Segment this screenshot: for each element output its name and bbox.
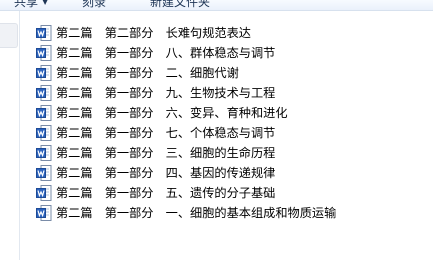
file-item[interactable]: 第二篇 第一部分 七、个体稳态与调节 — [33, 123, 433, 143]
word-doc-icon — [36, 84, 52, 101]
navigation-pane[interactable] — [0, 11, 20, 260]
file-list: 第二篇 第二部分 长难句规范表达 第二篇 第一部分 八、群体稳态与调节 第二篇 … — [33, 23, 433, 223]
file-name: 第二篇 第一部分 九、生物技术与工程 — [56, 86, 276, 100]
word-doc-icon — [36, 104, 52, 121]
file-item[interactable]: 第二篇 第一部分 九、生物技术与工程 — [33, 83, 433, 103]
word-doc-icon — [36, 64, 52, 81]
word-doc-icon — [36, 184, 52, 201]
new-folder-button[interactable]: 新建文件夹 — [150, 0, 210, 10]
file-name: 第二篇 第一部分 二、细胞代谢 — [56, 66, 239, 80]
share-button[interactable]: 共享 ▼ — [14, 0, 48, 10]
file-item[interactable]: 第二篇 第一部分 六、变异、育种和进化 — [33, 103, 433, 123]
word-doc-icon — [36, 144, 52, 161]
burn-button[interactable]: 刻录 — [82, 0, 106, 10]
explorer-window: 共享 ▼ 刻录 新建文件夹 第二篇 第二部分 长难句规范表达 第二篇 第一部分 八… — [0, 0, 433, 260]
file-name: 第二篇 第一部分 三、细胞的生命历程 — [56, 146, 276, 160]
file-item[interactable]: 第二篇 第一部分 一、细胞的基本组成和物质运输 — [33, 203, 433, 223]
file-name: 第二篇 第一部分 七、个体稳态与调节 — [56, 126, 276, 140]
file-item[interactable]: 第二篇 第一部分 五、遗传的分子基础 — [33, 183, 433, 203]
file-item[interactable]: 第二篇 第一部分 二、细胞代谢 — [33, 63, 433, 83]
command-bar: 共享 ▼ 刻录 新建文件夹 — [0, 0, 433, 11]
file-name: 第二篇 第一部分 五、遗传的分子基础 — [56, 186, 276, 200]
navigation-selected-item[interactable] — [0, 23, 18, 48]
file-item[interactable]: 第二篇 第二部分 长难句规范表达 — [33, 23, 433, 43]
word-doc-icon — [36, 24, 52, 41]
file-item[interactable]: 第二篇 第一部分 四、基因的传递规律 — [33, 163, 433, 183]
file-item[interactable]: 第二篇 第一部分 八、群体稳态与调节 — [33, 43, 433, 63]
word-doc-icon — [36, 124, 52, 141]
file-item[interactable]: 第二篇 第一部分 三、细胞的生命历程 — [33, 143, 433, 163]
file-name: 第二篇 第一部分 一、细胞的基本组成和物质运输 — [56, 206, 337, 220]
chevron-down-icon: ▼ — [42, 0, 49, 6]
share-label: 共享 — [14, 0, 39, 9]
word-doc-icon — [36, 204, 52, 221]
file-name: 第二篇 第一部分 四、基因的传递规律 — [56, 166, 276, 180]
word-doc-icon — [36, 164, 52, 181]
word-doc-icon — [36, 44, 52, 61]
file-name: 第二篇 第一部分 八、群体稳态与调节 — [56, 46, 276, 60]
file-name: 第二篇 第一部分 六、变异、育种和进化 — [56, 106, 288, 120]
file-name: 第二篇 第二部分 长难句规范表达 — [56, 26, 251, 40]
